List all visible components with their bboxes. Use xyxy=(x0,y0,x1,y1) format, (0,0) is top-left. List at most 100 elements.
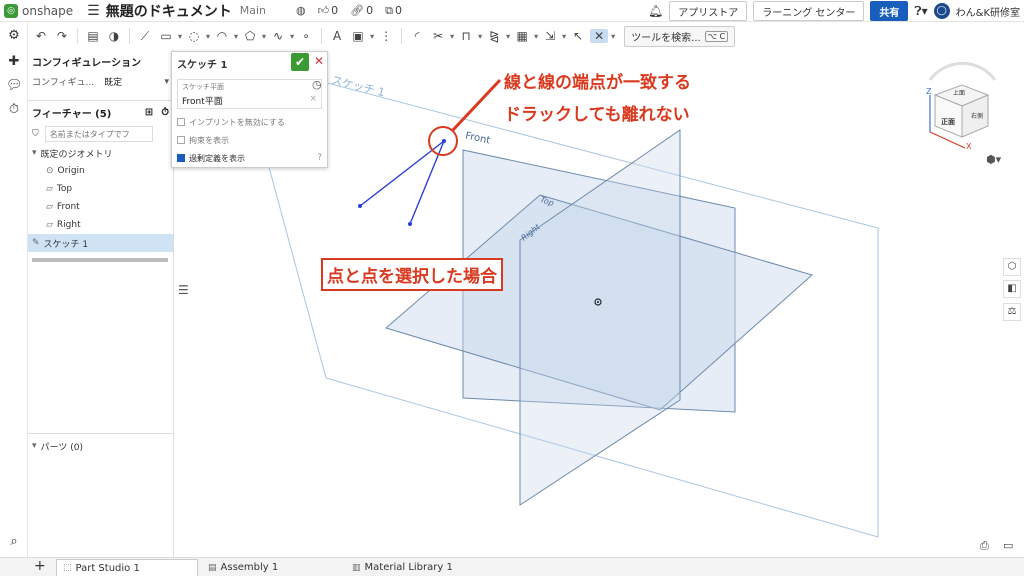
checkbox-box[interactable] xyxy=(177,136,185,144)
sketch-mode-icon[interactable]: ◑ xyxy=(105,29,123,43)
appstore-button[interactable]: アプリストア xyxy=(669,1,748,21)
comment-icon[interactable]: 💬︎ xyxy=(6,78,23,93)
tree-item-sketch[interactable]: ✎ スケッチ 1 xyxy=(28,234,173,252)
undo-icon[interactable]: ↶ xyxy=(32,29,50,43)
chevron-down-icon[interactable]: ▾ xyxy=(534,32,538,41)
learning-center-button[interactable]: ラーニング センター xyxy=(753,1,865,21)
chevron-down-icon[interactable]: ▾ xyxy=(506,32,510,41)
tab-assembly[interactable]: ▤ Assembly 1 xyxy=(202,559,342,576)
annotation-box: 点と点を選択した場合 xyxy=(321,258,503,291)
transform-tool-icon[interactable]: ⇲ xyxy=(541,29,559,43)
tab-material-library[interactable]: ▥ Material Library 1 xyxy=(346,559,496,576)
bell-icon[interactable]: 🔔︎ xyxy=(648,4,663,18)
show-constraints-checkbox[interactable]: 拘束を表示 xyxy=(172,131,327,149)
filter-input[interactable] xyxy=(44,126,153,142)
chevron-down-icon[interactable]: ▾ xyxy=(206,32,210,41)
display-icon[interactable]: ▭ xyxy=(1003,539,1013,552)
link-button[interactable]: 🔗︎ 0 xyxy=(350,4,373,17)
text-tool-icon[interactable]: A xyxy=(328,29,346,43)
add-folder-icon[interactable]: ⊞ xyxy=(145,107,153,118)
tree-item-origin[interactable]: ⊙ Origin xyxy=(28,162,173,180)
checkbox-box-checked[interactable] xyxy=(177,154,185,162)
cube-front-label[interactable]: 正面 xyxy=(941,117,955,127)
chevron-down-icon[interactable]: ▾ xyxy=(178,32,182,41)
cancel-button[interactable]: ✕ xyxy=(314,54,324,68)
tree-item-right[interactable]: ▱ Right xyxy=(28,216,173,234)
origin-marker xyxy=(594,298,602,306)
globe-icon[interactable]: ◍ xyxy=(296,4,306,17)
rollback-icon[interactable]: ⏱ xyxy=(161,107,169,118)
chevron-down-icon[interactable]: ▾ xyxy=(164,77,169,87)
sketch-plane-field[interactable]: スケッチ平面 Front平面 × xyxy=(177,79,322,109)
tree-item-top[interactable]: ▱ Top xyxy=(28,180,173,198)
copy-button[interactable]: ⧉ 0 xyxy=(385,4,402,18)
parts-group[interactable]: ▾ パーツ (0) xyxy=(28,437,83,455)
view-options-icon[interactable]: ⬢▾ xyxy=(986,153,1001,166)
measure-icon[interactable]: ⚖ xyxy=(1003,303,1021,321)
render-icon[interactable]: ◧ xyxy=(1003,280,1021,298)
appearance-icon[interactable]: ⬡ xyxy=(1003,258,1021,276)
cube-top-label[interactable]: 上面 xyxy=(953,88,965,97)
workspace-label[interactable]: Main xyxy=(240,4,266,17)
avatar[interactable]: ◯ xyxy=(933,3,950,19)
chevron-down-icon[interactable]: ▾ xyxy=(562,32,566,41)
mirror-tool-icon[interactable]: ⧎ xyxy=(485,29,503,43)
parts-label: パーツ (0) xyxy=(40,442,83,453)
chevron-down-icon[interactable]: ▾ xyxy=(234,32,238,41)
print-icon[interactable]: ⎙ xyxy=(980,539,989,553)
confirm-button[interactable]: ✔ xyxy=(291,53,309,71)
history-icon[interactable]: ⏱ xyxy=(6,102,22,117)
disable-imprint-checkbox[interactable]: インプリントを無効にする xyxy=(172,113,327,131)
polygon-tool-icon[interactable]: ⬠ xyxy=(241,29,259,43)
rollback-bar[interactable] xyxy=(32,258,168,262)
circle-tool-icon[interactable]: ◌ xyxy=(185,29,203,43)
list-icon[interactable]: ☰ xyxy=(178,283,189,297)
dimension-tool-icon[interactable]: ↖ xyxy=(569,29,587,43)
paste-icon[interactable]: ▤ xyxy=(84,29,102,43)
chevron-down-icon[interactable]: ▾ xyxy=(370,32,374,41)
spline-tool-icon[interactable]: ∿ xyxy=(269,29,287,43)
user-name[interactable]: わん&K研修室 xyxy=(956,4,1020,19)
share-button[interactable]: 共有 xyxy=(870,1,909,21)
chevron-down-icon[interactable]: ▾ xyxy=(478,32,482,41)
cube-right-label[interactable]: 右側 xyxy=(971,111,983,120)
onshape-logo[interactable]: ◎ onshape xyxy=(4,3,73,18)
default-geometry-group[interactable]: ▾ 既定のジオメトリ xyxy=(28,144,173,162)
pattern-tool-icon[interactable]: ▦ xyxy=(513,29,531,43)
tool-search-button[interactable]: ツールを検索... ⌥ C xyxy=(624,25,736,47)
rectangle-tool-icon[interactable]: ▭ xyxy=(157,29,175,43)
image-tool-icon[interactable]: ▣ xyxy=(349,29,367,43)
help-icon[interactable]: ? xyxy=(317,153,322,163)
point-tool-icon[interactable]: ∘ xyxy=(297,29,315,43)
chevron-down-icon[interactable]: ▾ xyxy=(290,32,294,41)
fillet-tool-icon[interactable]: ◜ xyxy=(408,29,426,43)
filter-icon[interactable]: ⛉ xyxy=(32,129,39,139)
search-bottom-icon[interactable]: ⌕ xyxy=(6,534,22,549)
trim-tool-icon[interactable]: ✂ xyxy=(429,29,447,43)
construction-icon[interactable]: ⋮ xyxy=(377,29,395,43)
coincident-tool-icon[interactable]: ✕ xyxy=(590,29,609,43)
add-variable-icon[interactable]: ✚ xyxy=(6,54,22,69)
tree-item-front[interactable]: ▱ Front xyxy=(28,198,173,216)
show-overdefined-checkbox[interactable]: 過剰定義を表示 ? xyxy=(172,149,327,167)
redo-icon[interactable]: ↷ xyxy=(53,29,71,43)
line-tool-icon[interactable]: ⟋ xyxy=(136,29,154,44)
tab-part-studio[interactable]: ⬚ Part Studio 1 xyxy=(56,559,198,576)
divider xyxy=(28,433,174,434)
arc-tool-icon[interactable]: ◠ xyxy=(213,29,231,43)
document-title[interactable]: 無題のドキュメント xyxy=(106,1,232,21)
chevron-down-icon[interactable]: ▾ xyxy=(262,32,266,41)
add-tab-icon[interactable]: + xyxy=(34,558,46,574)
clock-icon[interactable]: ◷ xyxy=(312,78,322,91)
configuration-row[interactable]: コンフィギュ... 既定 ▾ xyxy=(28,73,173,90)
checkbox-box[interactable] xyxy=(177,118,185,126)
clear-icon[interactable]: × xyxy=(309,94,317,107)
chevron-down-icon[interactable]: ▾ xyxy=(450,32,454,41)
feature-list-icon[interactable]: ⚙ xyxy=(6,28,22,43)
checkbox-label: インプリントを無効にする xyxy=(189,117,285,127)
offset-tool-icon[interactable]: ⊓ xyxy=(457,29,475,43)
like-button[interactable]: 👍︎ 0 xyxy=(318,4,339,17)
chevron-down-icon[interactable]: ▾ xyxy=(611,32,615,41)
menu-icon[interactable]: ☰ xyxy=(87,3,100,19)
help-icon[interactable]: ❓︎▾ xyxy=(914,4,927,19)
